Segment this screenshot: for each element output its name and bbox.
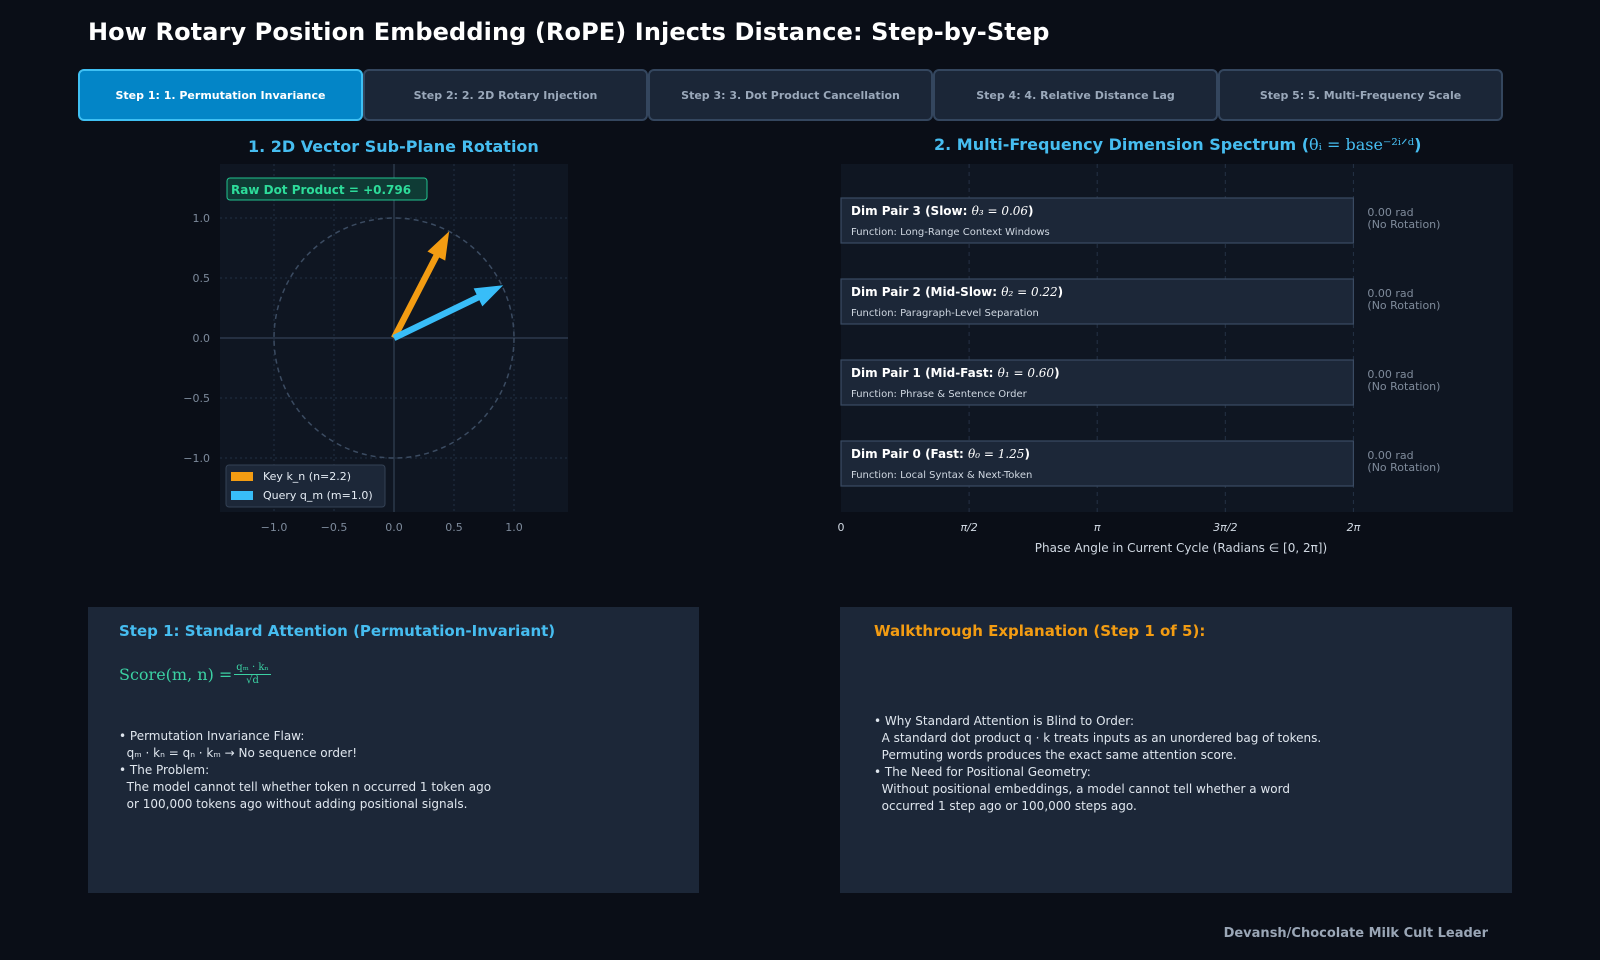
- step-line-6: or 100,000 tokens ago without adding pos…: [119, 797, 468, 811]
- dim-pair-function: Function: Paragraph-Level Separation: [851, 308, 1039, 319]
- dim-pair-bar-group: Dim Pair 3 (Slow: θ₃ = 0.06) Function: Lo…: [840, 197, 1440, 244]
- dim-pair-close: ): [1028, 204, 1033, 218]
- dim-pair-theta: θ₀ = 1.25: [968, 447, 1024, 461]
- explain-line-7: occurred 1 step ago or 100,000 steps ago…: [874, 799, 1137, 813]
- spectrum-x-tick: π/2: [960, 521, 977, 534]
- formula-numerator: qₘ · kₙ: [234, 662, 271, 675]
- explain-line-5: • The Need for Positional Geometry:: [874, 765, 1091, 779]
- explain-line-2: A standard dot product q · k treats inpu…: [874, 731, 1322, 745]
- step-line-5: The model cannot tell whether token n oc…: [119, 780, 492, 794]
- explain-line-1: • Why Standard Attention is Blind to Ord…: [874, 714, 1135, 728]
- walkthrough-lines: • Why Standard Attention is Blind to Ord…: [874, 713, 1321, 815]
- dim-pair-note: (No Rotation): [1367, 218, 1440, 231]
- frequency-spectrum-chart: 0 π/2 π 3π/2 2π Phase Angle in Current Cycle …: [838, 164, 1513, 555]
- step-box-lines: • Permutation Invariance Flaw: qₘ · kₙ =…: [119, 728, 491, 813]
- step-explanation-box: Step 1: Standard Attention (Permutation-…: [88, 607, 699, 893]
- formula-lhs: Score(m, n) =: [119, 665, 233, 684]
- dim-pair-note: (No Rotation): [1367, 461, 1440, 474]
- step-box-title: Step 1: Standard Attention (Permutation-…: [119, 622, 556, 640]
- dim-pair-theta: θ₁ = 0.60: [998, 366, 1055, 380]
- dim-pair-bar-group: Dim Pair 2 (Mid-Slow: θ₂ = 0.22) Function…: [840, 278, 1440, 325]
- dim-pair-note: (No Rotation): [1367, 299, 1440, 312]
- formula-fraction: qₘ · kₙ √d: [234, 662, 271, 687]
- dim-pair-label: Dim Pair 0 (Fast: θ₀ = 1.25): [851, 447, 1030, 461]
- dim-pair-name: Dim Pair 0 (Fast:: [851, 447, 968, 461]
- spectrum-x-tick: π: [1094, 521, 1101, 534]
- dim-pair-name: Dim Pair 3 (Slow:: [851, 204, 972, 218]
- formula-denominator: √d: [246, 675, 259, 686]
- step-line-4: • The Problem:: [119, 763, 210, 777]
- spectrum-x-tick: 3π/2: [1213, 521, 1237, 534]
- dim-pair-close: ): [1054, 366, 1059, 380]
- dim-pair-label: Dim Pair 2 (Mid-Slow: θ₂ = 0.22): [851, 285, 1063, 299]
- spectrum-x-tick: 2π: [1347, 521, 1361, 534]
- dim-pair-close: ): [1024, 447, 1029, 461]
- dim-pair-theta: θ₃ = 0.06: [972, 204, 1029, 218]
- walkthrough-title: Walkthrough Explanation (Step 1 of 5):: [874, 622, 1206, 640]
- dim-pair-bar-group: Dim Pair 0 (Fast: θ₀ = 1.25) Function: Lo…: [840, 440, 1440, 487]
- explain-line-3: Permuting words produces the exact same …: [874, 748, 1237, 762]
- dim-pair-label: Dim Pair 3 (Slow: θ₃ = 0.06): [851, 204, 1034, 218]
- spectrum-x-tick: 0: [838, 521, 845, 534]
- dim-pair-theta: θ₂ = 0.22: [1001, 285, 1057, 299]
- explain-line-6: Without positional embeddings, a model c…: [874, 782, 1290, 796]
- dim-pair-label: Dim Pair 1 (Mid-Fast: θ₁ = 0.60): [851, 366, 1060, 380]
- dim-pair-close: ): [1058, 285, 1063, 299]
- spectrum-x-axis-label: Phase Angle in Current Cycle (Radians ∈ …: [1035, 541, 1327, 555]
- dim-pair-name: Dim Pair 2 (Mid-Slow:: [851, 285, 1001, 299]
- step-line-1: • Permutation Invariance Flaw:: [119, 729, 305, 743]
- step-line-2: qₘ · kₙ = qₙ · kₘ → No sequence order!: [119, 746, 358, 760]
- score-formula: Score(m, n) = qₘ · kₙ √d: [119, 662, 271, 687]
- walkthrough-box: Walkthrough Explanation (Step 1 of 5): •…: [840, 607, 1512, 893]
- dim-pair-name: Dim Pair 1 (Mid-Fast:: [851, 366, 998, 380]
- dim-pair-function: Function: Long-Range Context Windows: [851, 227, 1050, 238]
- dim-pair-bar-group: Dim Pair 1 (Mid-Fast: θ₁ = 0.60) Function…: [840, 359, 1440, 406]
- dim-pair-function: Function: Phrase & Sentence Order: [851, 389, 1028, 400]
- dim-pair-note: (No Rotation): [1367, 380, 1440, 393]
- footer-credit: Devansh/Chocolate Milk Cult Leader: [1223, 926, 1488, 941]
- dim-pair-function: Function: Local Syntax & Next-Token: [851, 470, 1032, 481]
